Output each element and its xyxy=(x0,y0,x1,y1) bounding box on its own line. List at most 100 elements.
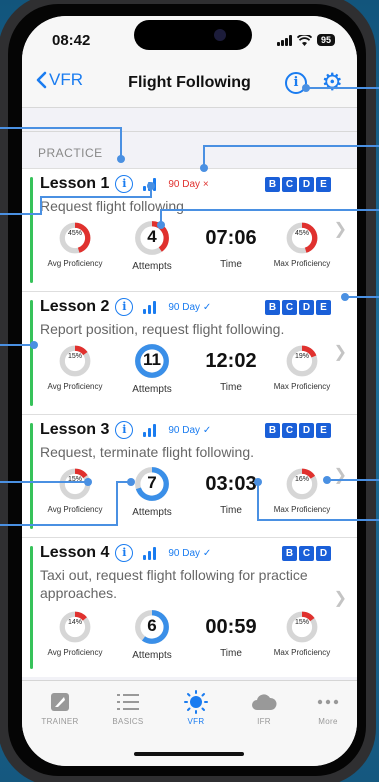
info-icon[interactable]: i xyxy=(115,175,134,193)
airspace-badges: BCDE xyxy=(265,177,331,192)
sun-icon xyxy=(166,689,226,715)
lesson-cell[interactable]: Lesson 1 i 90 Day × B C D E Request flight foll… xyxy=(22,168,357,291)
cloud-icon xyxy=(234,689,294,715)
tab-label: VFR xyxy=(187,717,205,726)
tab-label: IFR xyxy=(257,717,271,726)
avg-proficiency-label: Avg Proficiency xyxy=(47,382,103,391)
airspace-class-badge: E xyxy=(316,423,331,438)
airspace-badges: BCDE xyxy=(265,423,331,438)
lesson-header: Lesson 1 i 90 Day × xyxy=(40,175,209,193)
trainer-icon xyxy=(30,689,90,715)
lesson-list[interactable]: PRACTICE Lesson 1 i 90 Day × B C D E Request fl… xyxy=(22,108,357,680)
tab-more[interactable]: More xyxy=(298,689,357,726)
callout-line xyxy=(204,145,379,147)
review-period: 90 Day xyxy=(168,301,201,313)
lesson-title: Lesson 3 xyxy=(40,421,110,438)
lesson-header: Lesson 3 i 90 Day ✓ xyxy=(40,421,211,439)
attempts-label: Attempts xyxy=(132,507,172,518)
callout-dot xyxy=(117,155,125,163)
wifi-icon xyxy=(296,34,312,46)
info-icon[interactable]: i xyxy=(115,298,134,316)
review-mark: ✓ xyxy=(202,301,212,313)
signal-bars-icon xyxy=(143,546,157,560)
airspace-badges: BCD xyxy=(282,546,331,561)
review-mark: ✓ xyxy=(202,547,212,559)
lesson-cell[interactable]: Lesson 4 i 90 Day ✓ B C D Taxi out, request fl… xyxy=(22,537,357,677)
review-status: 90 Day ✓ xyxy=(168,425,211,436)
review-period: 90 Day xyxy=(168,424,201,436)
callout-line xyxy=(0,344,34,346)
callout-line xyxy=(328,479,379,481)
airspace-class-badge: B xyxy=(265,300,280,315)
airspace-class-badge: D xyxy=(299,177,314,192)
callout-dot xyxy=(323,476,331,484)
airspace-badges: BCDE xyxy=(265,300,331,315)
callout-line xyxy=(306,87,379,89)
max-proficiency-ring xyxy=(286,222,318,254)
tab-label: BASICS xyxy=(112,717,144,726)
attempts-stat: 4 Attempts xyxy=(112,219,192,272)
airspace-class-badge: C xyxy=(282,300,297,315)
max-proficiency-ring xyxy=(286,611,318,643)
attempts-stat: 7 Attempts xyxy=(112,465,192,518)
lesson-header: Lesson 2 i 90 Day ✓ xyxy=(40,298,211,316)
info-icon[interactable]: i xyxy=(115,544,134,562)
attempts-stat: 6 Attempts xyxy=(112,608,192,661)
callout-line xyxy=(257,481,259,521)
avg-proficiency-ring xyxy=(59,222,91,254)
avg-proficiency-stat: 15% Avg Proficiency xyxy=(35,344,115,391)
callout-dot xyxy=(302,84,310,92)
cellular-signal-icon xyxy=(276,34,292,46)
lesson-description: Report position, request flight followin… xyxy=(40,321,285,337)
lesson-description: Request flight following. xyxy=(40,198,188,214)
lesson-cell[interactable]: Lesson 2 i 90 Day ✓ B C D E Report position, re… xyxy=(22,291,357,414)
callout-line xyxy=(0,127,121,129)
signal-bars-icon xyxy=(143,423,157,437)
status-time: 08:42 xyxy=(52,32,91,49)
status-icons: 95 xyxy=(276,34,335,46)
lesson-title: Lesson 1 xyxy=(40,175,110,192)
review-period: 90 Day xyxy=(168,178,201,190)
avg-proficiency-stat: 14% Avg Proficiency xyxy=(35,610,115,657)
avg-proficiency-stat: 45% Avg Proficiency xyxy=(35,221,115,268)
max-proficiency-stat: 45% Max Proficiency xyxy=(262,221,342,268)
completion-bar xyxy=(30,546,33,669)
tab-basics[interactable]: BASICS xyxy=(98,689,158,726)
attempts-stat: 11 Attempts xyxy=(112,342,192,395)
review-status: 90 Day ✓ xyxy=(168,302,211,313)
callout-line xyxy=(346,296,379,298)
avg-proficiency-label: Avg Proficiency xyxy=(47,259,103,268)
avg-proficiency-ring xyxy=(59,345,91,377)
callout-dot xyxy=(30,341,38,349)
tab-trainer[interactable]: TRAINER xyxy=(30,689,90,726)
airspace-class-badge: D xyxy=(316,546,331,561)
callout-dot xyxy=(84,478,92,486)
attempts-label: Attempts xyxy=(132,384,172,395)
callout-dot xyxy=(341,293,349,301)
signal-bars-icon xyxy=(143,300,157,314)
tab-ifr[interactable]: IFR xyxy=(234,689,294,726)
tab-vfr[interactable]: VFR xyxy=(166,689,226,726)
info-icon[interactable]: i xyxy=(115,421,134,439)
dynamic-island xyxy=(134,20,252,50)
max-proficiency-label: Max Proficiency xyxy=(273,505,331,514)
more-icon xyxy=(298,689,357,715)
airspace-class-badge: D xyxy=(299,423,314,438)
callout-line xyxy=(116,481,118,526)
settings-gear-icon[interactable]: ⚙ xyxy=(321,70,343,96)
callout-dot xyxy=(127,478,135,486)
avg-proficiency-ring xyxy=(59,611,91,643)
lesson-description: Taxi out, request flight following for p… xyxy=(40,567,308,601)
callout-line xyxy=(160,209,379,211)
airspace-class-badge: B xyxy=(282,546,297,561)
avg-proficiency-label: Avg Proficiency xyxy=(47,505,103,514)
max-proficiency-label: Max Proficiency xyxy=(273,382,331,391)
callout-dot xyxy=(147,182,155,190)
airspace-class-badge: E xyxy=(316,300,331,315)
attempts-label: Attempts xyxy=(132,261,172,272)
callout-line xyxy=(40,196,42,215)
camera-icon xyxy=(214,29,226,41)
lesson-header: Lesson 4 i 90 Day ✓ xyxy=(40,544,211,562)
airspace-class-badge: E xyxy=(316,177,331,192)
section-header: PRACTICE xyxy=(38,146,103,160)
